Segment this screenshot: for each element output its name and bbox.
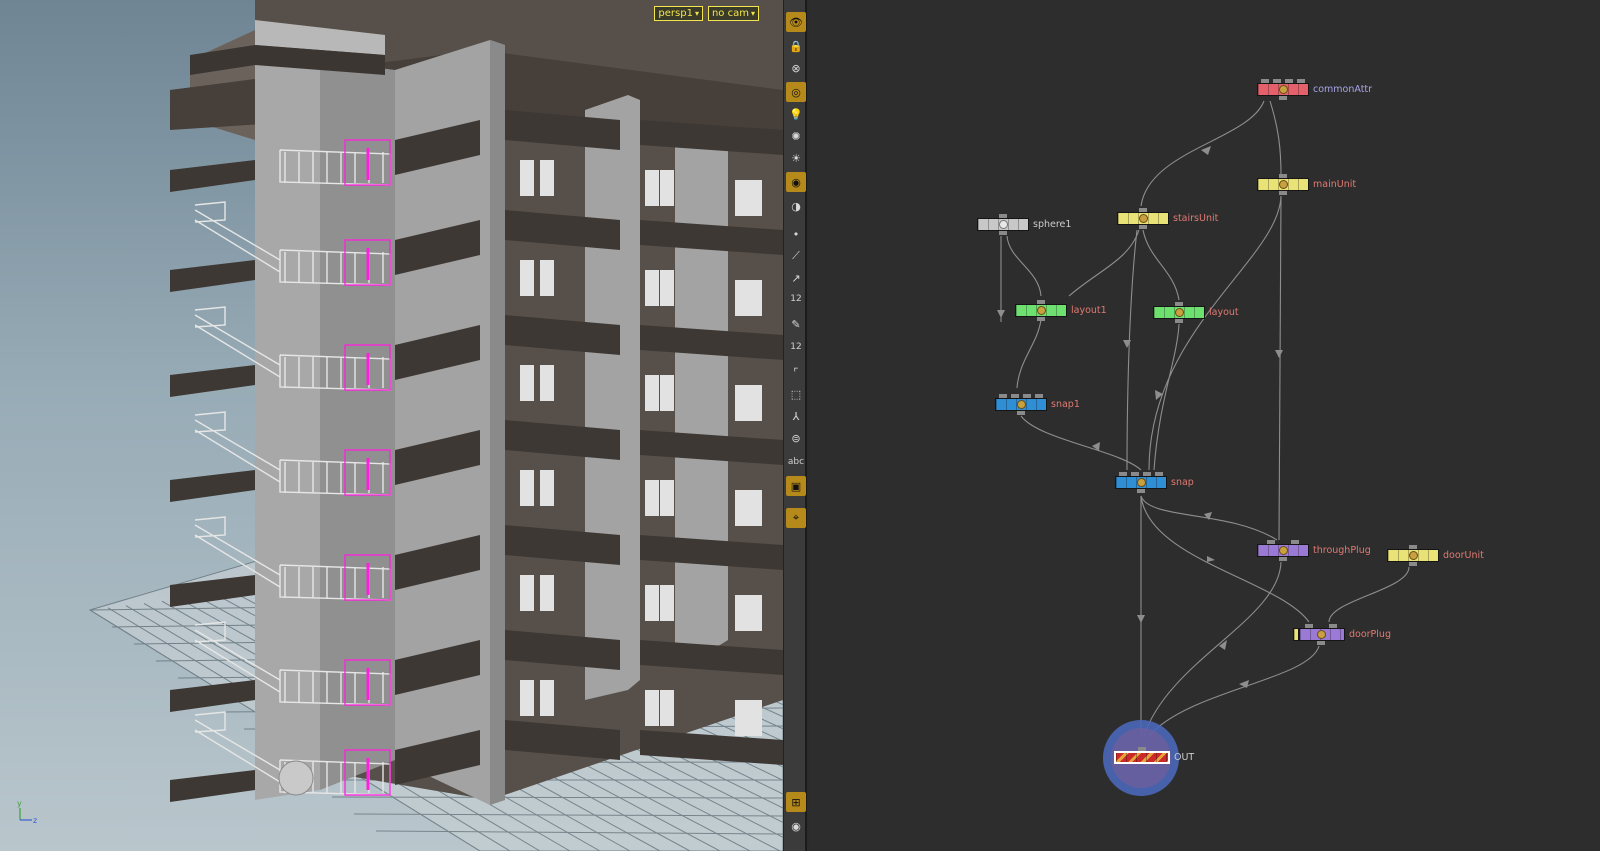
sphere-object bbox=[278, 760, 314, 796]
light-settings-icon[interactable]: ☀ bbox=[786, 148, 806, 168]
visibility-icon[interactable]: ◉ bbox=[786, 816, 806, 836]
svg-text:z: z bbox=[33, 816, 37, 825]
viewport-toolbar: 👁 🔒 ⊗ ◎ 💡 ✺ ☀ ◉ ◑ • ⟋ ↗ 12 ✎ 12 ⌜ ⬚ ⅄ ⊜ … bbox=[783, 0, 807, 851]
node-type-icon bbox=[1279, 546, 1288, 555]
node-type-icon bbox=[1175, 308, 1184, 317]
point-numbers-label[interactable]: 12 bbox=[784, 294, 808, 304]
headlight-icon[interactable]: ✺ bbox=[786, 126, 806, 146]
node-type-icon bbox=[1409, 551, 1418, 560]
split-icon[interactable]: ⅄ bbox=[786, 406, 806, 426]
node-type-icon bbox=[1279, 85, 1288, 94]
camera-menu[interactable]: persp1 ▾ bbox=[654, 6, 703, 21]
brush-icon[interactable]: ✎ bbox=[786, 314, 806, 334]
axis-gizmo: y z bbox=[17, 799, 37, 825]
node-type-icon bbox=[1139, 214, 1148, 223]
sphere-icon bbox=[999, 220, 1008, 229]
display-options-icon[interactable]: 👁 bbox=[786, 12, 806, 32]
node-wires bbox=[997, 100, 1410, 796]
point-display-icon[interactable]: • bbox=[786, 224, 806, 244]
view-layout-icon[interactable]: ⊞ bbox=[786, 792, 806, 812]
primitive-numbers-label[interactable]: 12 bbox=[784, 342, 808, 352]
render-camera-icon[interactable]: ◉ bbox=[786, 172, 806, 192]
normals-icon[interactable]: ⟋ bbox=[786, 246, 806, 266]
node-type-icon bbox=[1037, 306, 1046, 315]
close-view-icon[interactable]: ⊗ bbox=[786, 58, 806, 78]
node-type-icon bbox=[1017, 400, 1026, 409]
vertex-normals-icon[interactable]: ↗ bbox=[786, 268, 806, 288]
name-labels-label[interactable]: abc bbox=[784, 457, 808, 467]
background-image-icon[interactable]: ▣ bbox=[786, 476, 806, 496]
bounding-box-icon[interactable]: ⬚ bbox=[786, 384, 806, 404]
corner-icon[interactable]: ⌜ bbox=[786, 362, 806, 382]
visibility-toggle-icon[interactable]: ◑ bbox=[786, 196, 806, 216]
node-type-icon bbox=[1279, 180, 1288, 189]
svg-text:y: y bbox=[17, 799, 22, 808]
template-icon[interactable]: ⊜ bbox=[786, 428, 806, 448]
building-model bbox=[170, 0, 783, 805]
scene-viewport[interactable]: y z persp1 ▾ no cam ▾ bbox=[0, 0, 783, 851]
network-editor[interactable]: commonAttr mainUnit stairsUnit sphere1 l… bbox=[809, 0, 1600, 851]
light-bulb-icon[interactable]: 💡 bbox=[786, 104, 806, 124]
viewport-scene-drawing: y z bbox=[17, 0, 783, 851]
locator-pin-icon[interactable]: ⌖ bbox=[786, 508, 806, 528]
zoom-view-icon[interactable]: ◎ bbox=[786, 82, 806, 102]
lock-icon[interactable]: 🔒 bbox=[786, 36, 806, 56]
node-type-icon bbox=[1317, 630, 1326, 639]
camera-option-menu[interactable]: no cam ▾ bbox=[707, 6, 759, 21]
node-type-icon bbox=[1137, 478, 1146, 487]
